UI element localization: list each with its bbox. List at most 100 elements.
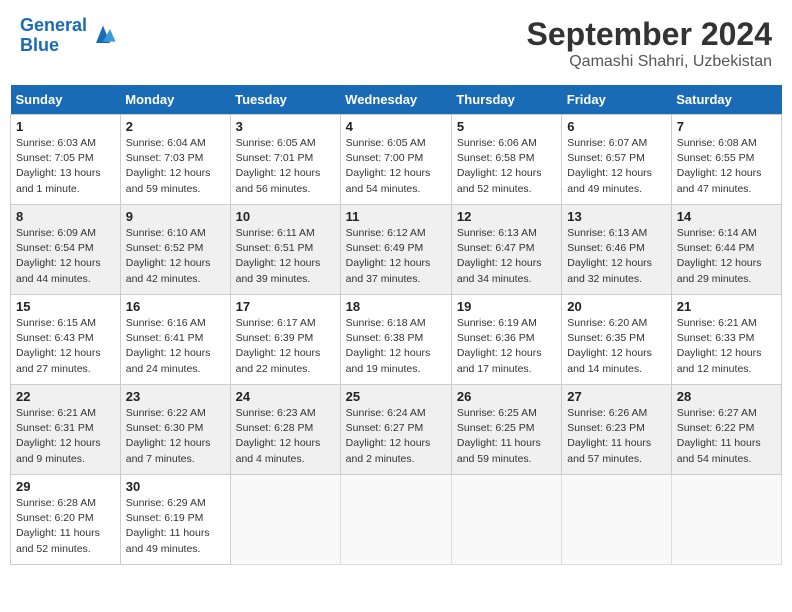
column-header-thursday: Thursday: [451, 85, 561, 115]
calendar-cell: 8Sunrise: 6:09 AMSunset: 6:54 PMDaylight…: [11, 205, 121, 295]
calendar-cell: 6 Sunrise: 6:07 AMSunset: 6:57 PMDaylight…: [562, 115, 671, 205]
day-number: 12: [457, 209, 556, 224]
day-info: Sunrise: 6:04 AMSunset: 7:03 PMDaylight:…: [126, 136, 225, 197]
calendar-cell: [340, 475, 451, 565]
day-number: 28: [677, 389, 776, 404]
day-info: Sunrise: 6:24 AMSunset: 6:27 PMDaylight:…: [346, 406, 446, 467]
calendar-cell: 5 Sunrise: 6:06 AMSunset: 6:58 PMDaylight…: [451, 115, 561, 205]
calendar-cell: 17 Sunrise: 6:17 AMSunset: 6:39 PMDayligh…: [230, 295, 340, 385]
location-title: Qamashi Shahri, Uzbekistan: [527, 53, 772, 71]
day-info: Sunrise: 6:19 AMSunset: 6:36 PMDaylight:…: [457, 316, 556, 377]
page-header: General Blue September 2024 Qamashi Shah…: [10, 10, 782, 77]
day-number: 2: [126, 119, 225, 134]
day-info: Sunrise: 6:05 AMSunset: 7:00 PMDaylight:…: [346, 136, 446, 197]
day-info: Sunrise: 6:12 AMSunset: 6:49 PMDaylight:…: [346, 226, 446, 287]
day-number: 8: [16, 209, 115, 224]
day-number: 25: [346, 389, 446, 404]
logo-text2: Blue: [20, 36, 87, 56]
calendar-cell: 14 Sunrise: 6:14 AMSunset: 6:44 PMDayligh…: [671, 205, 781, 295]
day-info: Sunrise: 6:14 AMSunset: 6:44 PMDaylight:…: [677, 226, 776, 287]
calendar-cell: 3 Sunrise: 6:05 AMSunset: 7:01 PMDaylight…: [230, 115, 340, 205]
day-info: Sunrise: 6:07 AMSunset: 6:57 PMDaylight:…: [567, 136, 665, 197]
day-number: 29: [16, 479, 115, 494]
day-number: 21: [677, 299, 776, 314]
calendar-week-row: 22 Sunrise: 6:21 AMSunset: 6:31 PMDayligh…: [11, 385, 782, 475]
calendar-cell: 28 Sunrise: 6:27 AMSunset: 6:22 PMDayligh…: [671, 385, 781, 475]
day-number: 9: [126, 209, 225, 224]
day-info: Sunrise: 6:16 AMSunset: 6:41 PMDaylight:…: [126, 316, 225, 377]
logo-icon: [89, 22, 117, 50]
day-number: 13: [567, 209, 665, 224]
calendar-cell: 21 Sunrise: 6:21 AMSunset: 6:33 PMDayligh…: [671, 295, 781, 385]
calendar-cell: 13 Sunrise: 6:13 AMSunset: 6:46 PMDayligh…: [562, 205, 671, 295]
calendar-cell: 27 Sunrise: 6:26 AMSunset: 6:23 PMDayligh…: [562, 385, 671, 475]
day-number: 1: [16, 119, 115, 134]
day-info: Sunrise: 6:13 AMSunset: 6:46 PMDaylight:…: [567, 226, 665, 287]
day-number: 30: [126, 479, 225, 494]
calendar-cell: 7 Sunrise: 6:08 AMSunset: 6:55 PMDaylight…: [671, 115, 781, 205]
calendar-cell: 9 Sunrise: 6:10 AMSunset: 6:52 PMDaylight…: [120, 205, 230, 295]
calendar-week-row: 8Sunrise: 6:09 AMSunset: 6:54 PMDaylight…: [11, 205, 782, 295]
day-info: Sunrise: 6:29 AMSunset: 6:19 PMDaylight:…: [126, 496, 225, 557]
calendar-cell: 12 Sunrise: 6:13 AMSunset: 6:47 PMDayligh…: [451, 205, 561, 295]
title-block: September 2024 Qamashi Shahri, Uzbekista…: [527, 16, 772, 71]
day-info: Sunrise: 6:05 AMSunset: 7:01 PMDaylight:…: [236, 136, 335, 197]
day-info: Sunrise: 6:17 AMSunset: 6:39 PMDaylight:…: [236, 316, 335, 377]
calendar-cell: 25 Sunrise: 6:24 AMSunset: 6:27 PMDayligh…: [340, 385, 451, 475]
day-number: 5: [457, 119, 556, 134]
day-info: Sunrise: 6:06 AMSunset: 6:58 PMDaylight:…: [457, 136, 556, 197]
calendar-cell: 10 Sunrise: 6:11 AMSunset: 6:51 PMDayligh…: [230, 205, 340, 295]
day-info: Sunrise: 6:08 AMSunset: 6:55 PMDaylight:…: [677, 136, 776, 197]
day-number: 6: [567, 119, 665, 134]
day-number: 10: [236, 209, 335, 224]
calendar-cell: 20 Sunrise: 6:20 AMSunset: 6:35 PMDayligh…: [562, 295, 671, 385]
calendar-cell: [451, 475, 561, 565]
calendar-cell: 30 Sunrise: 6:29 AMSunset: 6:19 PMDayligh…: [120, 475, 230, 565]
day-number: 22: [16, 389, 115, 404]
calendar-cell: 1Sunrise: 6:03 AMSunset: 7:05 PMDaylight…: [11, 115, 121, 205]
day-number: 20: [567, 299, 665, 314]
day-number: 24: [236, 389, 335, 404]
day-info: Sunrise: 6:26 AMSunset: 6:23 PMDaylight:…: [567, 406, 665, 467]
day-number: 26: [457, 389, 556, 404]
calendar-table: SundayMondayTuesdayWednesdayThursdayFrid…: [10, 85, 782, 565]
calendar-cell: 4Sunrise: 6:05 AMSunset: 7:00 PMDaylight…: [340, 115, 451, 205]
calendar-cell: 26 Sunrise: 6:25 AMSunset: 6:25 PMDayligh…: [451, 385, 561, 475]
day-number: 17: [236, 299, 335, 314]
calendar-cell: 22 Sunrise: 6:21 AMSunset: 6:31 PMDayligh…: [11, 385, 121, 475]
day-info: Sunrise: 6:10 AMSunset: 6:52 PMDaylight:…: [126, 226, 225, 287]
day-number: 27: [567, 389, 665, 404]
day-number: 14: [677, 209, 776, 224]
calendar-cell: 23Sunrise: 6:22 AMSunset: 6:30 PMDayligh…: [120, 385, 230, 475]
day-number: 7: [677, 119, 776, 134]
day-number: 15: [16, 299, 115, 314]
day-info: Sunrise: 6:11 AMSunset: 6:51 PMDaylight:…: [236, 226, 335, 287]
column-header-monday: Monday: [120, 85, 230, 115]
day-number: 3: [236, 119, 335, 134]
calendar-week-row: 1Sunrise: 6:03 AMSunset: 7:05 PMDaylight…: [11, 115, 782, 205]
calendar-cell: 2 Sunrise: 6:04 AMSunset: 7:03 PMDaylight…: [120, 115, 230, 205]
day-info: Sunrise: 6:20 AMSunset: 6:35 PMDaylight:…: [567, 316, 665, 377]
column-header-tuesday: Tuesday: [230, 85, 340, 115]
calendar-week-row: 29Sunrise: 6:28 AMSunset: 6:20 PMDayligh…: [11, 475, 782, 565]
calendar-cell: 24 Sunrise: 6:23 AMSunset: 6:28 PMDayligh…: [230, 385, 340, 475]
calendar-week-row: 15 Sunrise: 6:15 AMSunset: 6:43 PMDayligh…: [11, 295, 782, 385]
day-info: Sunrise: 6:23 AMSunset: 6:28 PMDaylight:…: [236, 406, 335, 467]
day-number: 19: [457, 299, 556, 314]
day-number: 23: [126, 389, 225, 404]
calendar-cell: 19 Sunrise: 6:19 AMSunset: 6:36 PMDayligh…: [451, 295, 561, 385]
day-info: Sunrise: 6:21 AMSunset: 6:33 PMDaylight:…: [677, 316, 776, 377]
day-number: 11: [346, 209, 446, 224]
day-number: 16: [126, 299, 225, 314]
day-info: Sunrise: 6:27 AMSunset: 6:22 PMDaylight:…: [677, 406, 776, 467]
logo-text: General: [20, 16, 87, 36]
day-info: Sunrise: 6:13 AMSunset: 6:47 PMDaylight:…: [457, 226, 556, 287]
day-info: Sunrise: 6:15 AMSunset: 6:43 PMDaylight:…: [16, 316, 115, 377]
calendar-cell: [230, 475, 340, 565]
calendar-cell: 15 Sunrise: 6:15 AMSunset: 6:43 PMDayligh…: [11, 295, 121, 385]
column-header-sunday: Sunday: [11, 85, 121, 115]
calendar-cell: 16 Sunrise: 6:16 AMSunset: 6:41 PMDayligh…: [120, 295, 230, 385]
day-info: Sunrise: 6:25 AMSunset: 6:25 PMDaylight:…: [457, 406, 556, 467]
day-info: Sunrise: 6:21 AMSunset: 6:31 PMDaylight:…: [16, 406, 115, 467]
month-title: September 2024: [527, 16, 772, 53]
